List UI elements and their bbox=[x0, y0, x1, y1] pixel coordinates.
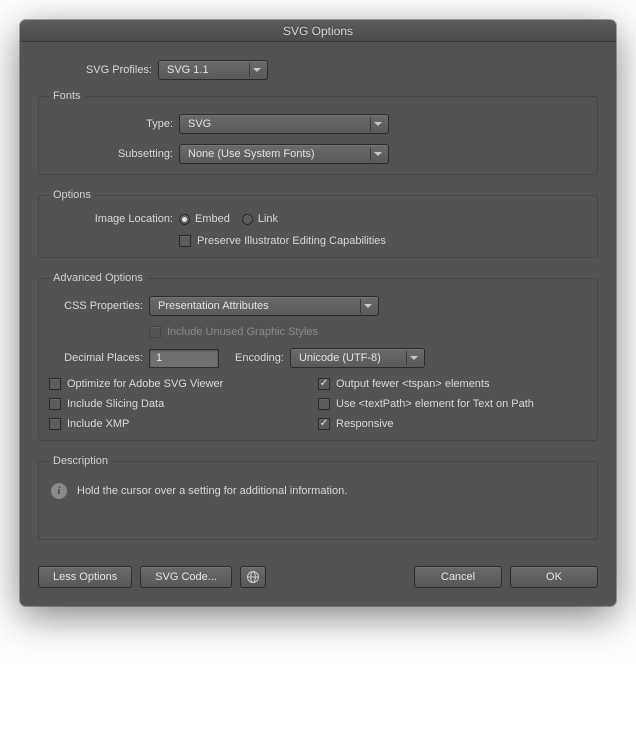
checkbox-icon bbox=[318, 398, 330, 410]
info-icon: i bbox=[51, 483, 67, 499]
use-textpath-checkbox[interactable]: Use <textPath> element for Text on Path bbox=[318, 398, 575, 410]
image-location-link-radio[interactable]: Link bbox=[242, 213, 278, 225]
radio-icon bbox=[242, 214, 253, 225]
svg-profiles-label: SVG Profiles: bbox=[38, 64, 158, 76]
svg-profiles-select[interactable]: SVG 1.1 bbox=[158, 60, 268, 80]
image-location-embed-radio[interactable]: Embed bbox=[179, 213, 230, 225]
encoding-label: Encoding: bbox=[219, 352, 290, 364]
responsive-checkbox[interactable]: Responsive bbox=[318, 418, 575, 430]
radio-icon bbox=[179, 214, 190, 225]
checkbox-icon bbox=[49, 398, 61, 410]
output-fewer-tspan-checkbox[interactable]: Output fewer <tspan> elements bbox=[318, 378, 575, 390]
svg-options-dialog: SVG Options SVG Profiles: SVG 1.1 Fonts … bbox=[20, 20, 616, 606]
decimal-places-label: Decimal Places: bbox=[49, 352, 149, 364]
svg-code-button[interactable]: SVG Code... bbox=[140, 566, 232, 588]
advanced-options-group: Advanced Options CSS Properties: Present… bbox=[38, 272, 598, 441]
checkbox-icon bbox=[179, 235, 191, 247]
titlebar: SVG Options bbox=[20, 20, 616, 42]
font-type-label: Type: bbox=[49, 118, 179, 130]
web-preview-button[interactable] bbox=[240, 566, 266, 588]
font-subsetting-select[interactable]: None (Use System Fonts) bbox=[179, 144, 389, 164]
dialog-title: SVG Options bbox=[283, 24, 353, 38]
fonts-legend: Fonts bbox=[49, 90, 85, 102]
font-type-select[interactable]: SVG bbox=[179, 114, 389, 134]
include-unused-styles-checkbox: Include Unused Graphic Styles bbox=[149, 326, 318, 338]
less-options-button[interactable]: Less Options bbox=[38, 566, 132, 588]
advanced-legend: Advanced Options bbox=[49, 272, 147, 284]
options-legend: Options bbox=[49, 189, 95, 201]
description-text: Hold the cursor over a setting for addit… bbox=[77, 485, 347, 497]
css-properties-select[interactable]: Presentation Attributes bbox=[149, 296, 379, 316]
options-group: Options Image Location: Embed Link Prese… bbox=[38, 189, 598, 258]
cancel-button[interactable]: Cancel bbox=[414, 566, 502, 588]
dialog-footer: Less Options SVG Code... Cancel OK bbox=[38, 566, 598, 588]
checkbox-icon bbox=[318, 418, 330, 430]
fonts-group: Fonts Type: SVG Subsetting: None (Use Sy… bbox=[38, 90, 598, 175]
image-location-label: Image Location: bbox=[49, 213, 179, 225]
description-group: Description i Hold the cursor over a set… bbox=[38, 455, 598, 540]
include-slicing-data-checkbox[interactable]: Include Slicing Data bbox=[49, 398, 306, 410]
css-properties-label: CSS Properties: bbox=[49, 300, 149, 312]
checkbox-icon bbox=[49, 418, 61, 430]
preserve-illustrator-checkbox[interactable]: Preserve Illustrator Editing Capabilitie… bbox=[179, 235, 386, 247]
globe-icon bbox=[246, 570, 260, 584]
checkbox-icon bbox=[149, 326, 161, 338]
ok-button[interactable]: OK bbox=[510, 566, 598, 588]
decimal-places-input[interactable]: 1 bbox=[149, 349, 219, 368]
include-xmp-checkbox[interactable]: Include XMP bbox=[49, 418, 306, 430]
encoding-select[interactable]: Unicode (UTF-8) bbox=[290, 348, 425, 368]
checkbox-icon bbox=[318, 378, 330, 390]
description-legend: Description bbox=[49, 455, 112, 467]
optimize-adobe-svg-checkbox[interactable]: Optimize for Adobe SVG Viewer bbox=[49, 378, 306, 390]
font-subsetting-label: Subsetting: bbox=[49, 148, 179, 160]
checkbox-icon bbox=[49, 378, 61, 390]
